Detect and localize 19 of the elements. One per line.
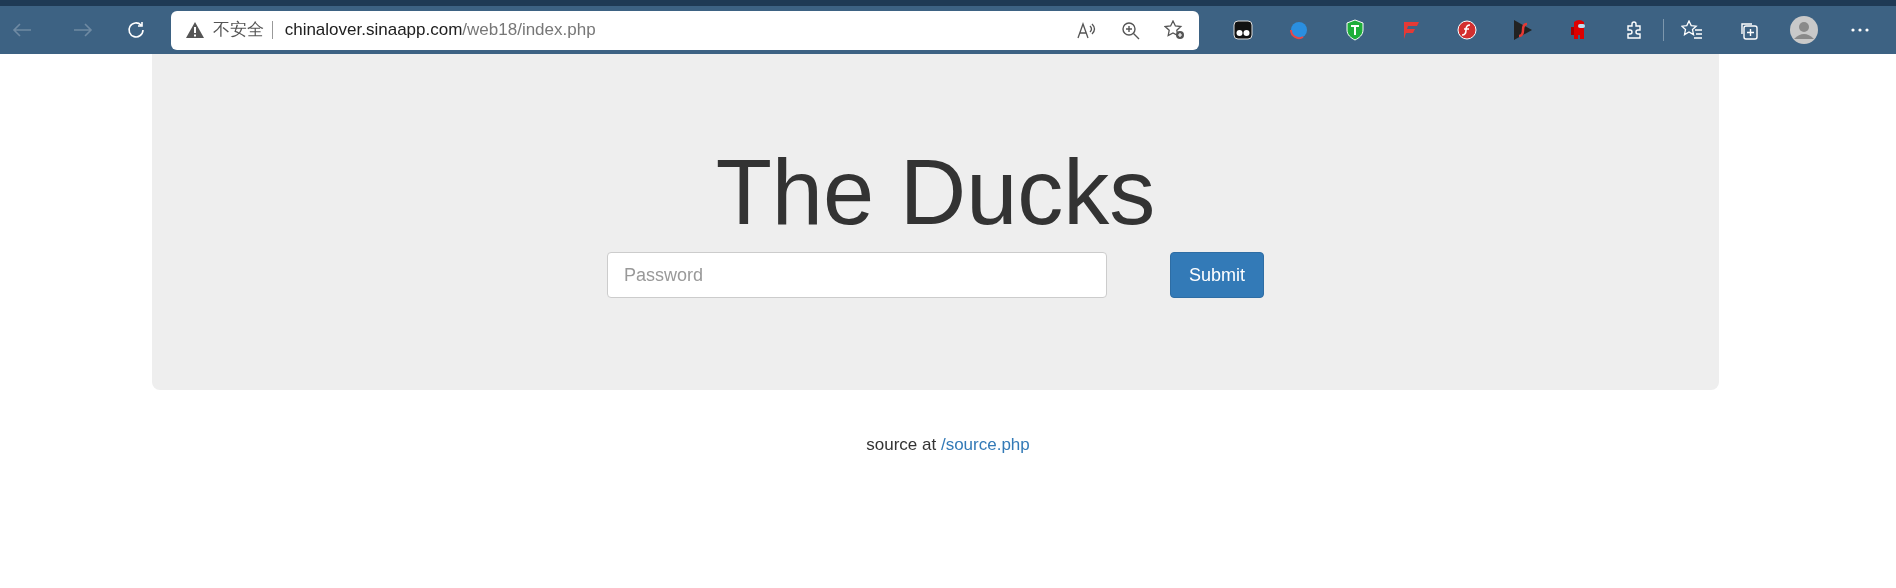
security-label[interactable]: 不安全 (212, 17, 264, 43)
submit-button[interactable]: Submit (1170, 252, 1264, 298)
avatar-icon[interactable] (1790, 16, 1818, 44)
read-aloud-icon[interactable] (1077, 21, 1097, 39)
warning-icon[interactable] (184, 21, 205, 39)
address-bar[interactable]: 不安全 chinalover.sinaapp.com/web18/index.php (170, 10, 1199, 50)
favorites-icon[interactable] (1681, 20, 1703, 40)
refresh-icon[interactable] (126, 20, 147, 40)
add-favorite-icon[interactable] (1164, 20, 1185, 40)
more-icon[interactable] (1850, 28, 1870, 32)
collections-icon[interactable] (1738, 20, 1758, 40)
extension-icon[interactable] (1233, 20, 1253, 40)
shield-icon[interactable] (1345, 19, 1365, 41)
zoom-icon[interactable] (1121, 20, 1140, 40)
url-text[interactable]: chinalover.sinaapp.com/web18/index.php (284, 17, 596, 43)
source-link[interactable]: /source.php (940, 435, 1030, 454)
page-title: The Ducks (714, 146, 1157, 238)
password-field[interactable]: Password (607, 252, 1107, 298)
source-note: source at /source.php (865, 434, 1031, 456)
